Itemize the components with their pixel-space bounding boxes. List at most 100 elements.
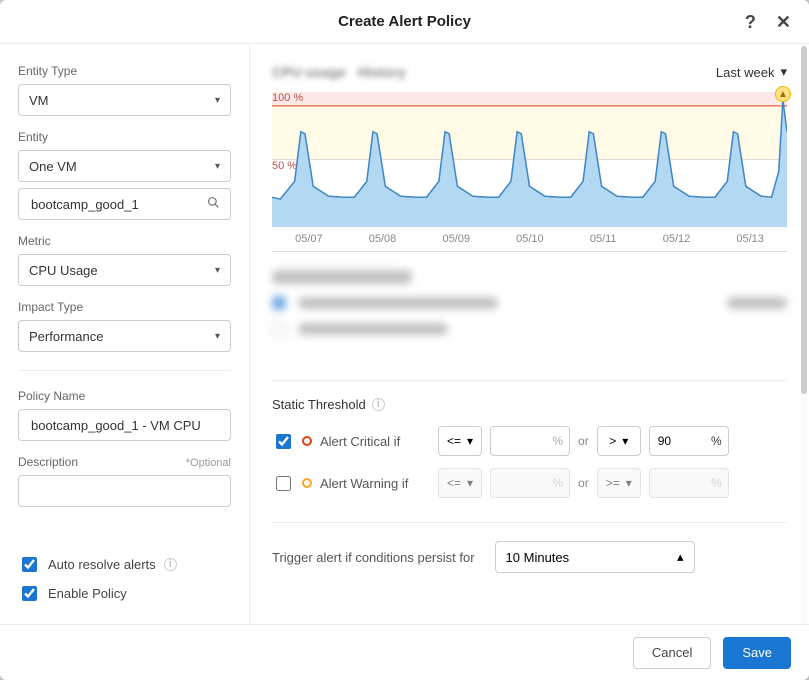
warning-label: Alert Warning if	[320, 476, 430, 491]
entity-type-select[interactable]: VM ▾	[18, 84, 231, 116]
enable-policy-checkbox[interactable]	[22, 586, 37, 601]
x-label: 05/12	[663, 233, 691, 245]
persist-label: Trigger alert if conditions persist for	[272, 550, 475, 565]
impact-type-select[interactable]: Performance ▾	[18, 320, 231, 352]
chart-header: CPU usage History Last week ▾	[272, 58, 787, 86]
y-label: 50 %	[272, 160, 312, 172]
description-label: Description	[18, 455, 78, 469]
metric-value: CPU Usage	[29, 263, 98, 278]
chevron-down-icon: ▾	[215, 95, 220, 106]
critical-checkbox[interactable]	[276, 434, 291, 449]
modal-footer: Cancel Save	[0, 624, 809, 680]
timerange-value: Last week	[716, 65, 775, 80]
chart-x-axis: 05/07 05/08 05/09 05/10 05/11 05/12 05/1…	[272, 227, 787, 251]
entity-type-value: VM	[29, 93, 49, 108]
entity-type-label: Entity Type	[18, 64, 231, 78]
warning-threshold-row: Alert Warning if <=▾ % or >=▾ %	[272, 468, 787, 498]
entity-type-group: Entity Type VM ▾	[18, 64, 231, 116]
create-alert-policy-modal: Create Alert Policy ? ✕ Entity Type VM ▾…	[0, 0, 809, 680]
x-label: 05/09	[442, 233, 470, 245]
x-label: 05/10	[516, 233, 544, 245]
static-threshold-title: Static Threshold i	[272, 397, 787, 412]
behavioral-section-blurred	[272, 270, 787, 350]
persist-row: Trigger alert if conditions persist for …	[272, 522, 787, 579]
enable-policy-check[interactable]: Enable Policy	[18, 583, 231, 604]
impact-type-label: Impact Type	[18, 300, 231, 314]
modal-header: Create Alert Policy ? ✕	[0, 0, 809, 44]
impact-type-value: Performance	[29, 329, 103, 344]
policy-name-input-wrap[interactable]	[18, 409, 231, 441]
chevron-down-icon: ▾	[215, 265, 220, 276]
entity-label: Entity	[18, 130, 231, 144]
critical-op1-select[interactable]: <=▾	[438, 426, 482, 456]
policy-name-input[interactable]	[29, 417, 220, 434]
main-inner: CPU usage History Last week ▾	[250, 44, 809, 624]
chart-plot: ▲	[272, 92, 787, 227]
critical-op2-select[interactable]: >▾	[597, 426, 641, 456]
entity-search-input[interactable]	[29, 196, 207, 213]
search-icon	[207, 196, 220, 212]
chevron-up-icon: ▴	[677, 549, 684, 565]
warning-badge-icon: ▲	[775, 86, 791, 102]
auto-resolve-label: Auto resolve alerts	[48, 557, 156, 572]
cancel-button[interactable]: Cancel	[633, 637, 711, 669]
critical-val2-input[interactable]: %	[649, 426, 729, 456]
metric-select[interactable]: CPU Usage ▾	[18, 254, 231, 286]
entity-value: One VM	[29, 159, 77, 174]
entity-search-wrap[interactable]	[18, 188, 231, 220]
warning-checkbox[interactable]	[276, 476, 291, 491]
warning-dot-icon	[302, 478, 312, 488]
timerange-select[interactable]: Last week ▾	[716, 64, 787, 80]
chart-title-blurred: CPU usage History	[272, 64, 406, 80]
description-optional: *Optional	[186, 457, 231, 469]
info-icon: i	[372, 398, 385, 411]
policy-name-group: Policy Name	[18, 389, 231, 441]
x-label: 05/11	[590, 233, 617, 245]
critical-threshold-row: Alert Critical if <=▾ % or >▾ %	[272, 426, 787, 456]
chart: ▲ 100 % 50 % 05/07 05/08 05/09 05/10 05/…	[272, 92, 787, 252]
entity-group: Entity One VM ▾	[18, 130, 231, 220]
chart-y-axis: 100 % 50 %	[272, 92, 312, 227]
critical-val1-input[interactable]: %	[490, 426, 570, 456]
description-input-wrap[interactable]	[18, 475, 231, 507]
warning-val1-input[interactable]: %	[490, 468, 570, 498]
y-label: 100 %	[272, 92, 312, 104]
persist-value: 10 Minutes	[506, 550, 570, 565]
x-label: 05/13	[736, 233, 764, 245]
modal-body: Entity Type VM ▾ Entity One VM ▾	[0, 44, 809, 624]
save-button[interactable]: Save	[723, 637, 791, 669]
metric-group: Metric CPU Usage ▾	[18, 234, 231, 286]
chevron-down-icon: ▾	[215, 161, 220, 172]
help-icon[interactable]: ?	[741, 8, 760, 37]
enable-policy-label: Enable Policy	[48, 586, 127, 601]
or-text: or	[578, 434, 589, 448]
description-group: Description *Optional	[18, 455, 231, 507]
main: CPU usage History Last week ▾	[250, 44, 809, 624]
auto-resolve-check[interactable]: Auto resolve alerts i	[18, 554, 231, 575]
impact-type-group: Impact Type Performance ▾	[18, 300, 231, 352]
scrollbar[interactable]	[801, 44, 807, 624]
x-label: 05/08	[369, 233, 397, 245]
auto-resolve-checkbox[interactable]	[22, 557, 37, 572]
divider	[18, 370, 231, 371]
chevron-down-icon: ▾	[215, 331, 220, 342]
close-icon[interactable]: ✕	[772, 8, 795, 37]
or-text: or	[578, 476, 589, 490]
warning-val2-input[interactable]: %	[649, 468, 729, 498]
warning-op1-select[interactable]: <=▾	[438, 468, 482, 498]
static-threshold-section: Static Threshold i Alert Critical if <=▾…	[272, 380, 787, 579]
entity-select[interactable]: One VM ▾	[18, 150, 231, 182]
sidebar: Entity Type VM ▾ Entity One VM ▾	[0, 44, 250, 624]
header-controls: ? ✕	[741, 0, 809, 44]
chevron-down-icon: ▾	[780, 64, 787, 80]
modal-title: Create Alert Policy	[338, 13, 471, 30]
x-label: 05/07	[295, 233, 323, 245]
checkbox-group: Auto resolve alerts i Enable Policy	[18, 546, 231, 604]
info-icon: i	[164, 558, 177, 571]
warning-op2-select[interactable]: >=▾	[597, 468, 641, 498]
policy-name-label: Policy Name	[18, 389, 231, 403]
persist-duration-select[interactable]: 10 Minutes ▴	[495, 541, 695, 573]
description-input[interactable]	[29, 483, 220, 500]
critical-label: Alert Critical if	[320, 434, 430, 449]
static-threshold-title-text: Static Threshold	[272, 397, 366, 412]
